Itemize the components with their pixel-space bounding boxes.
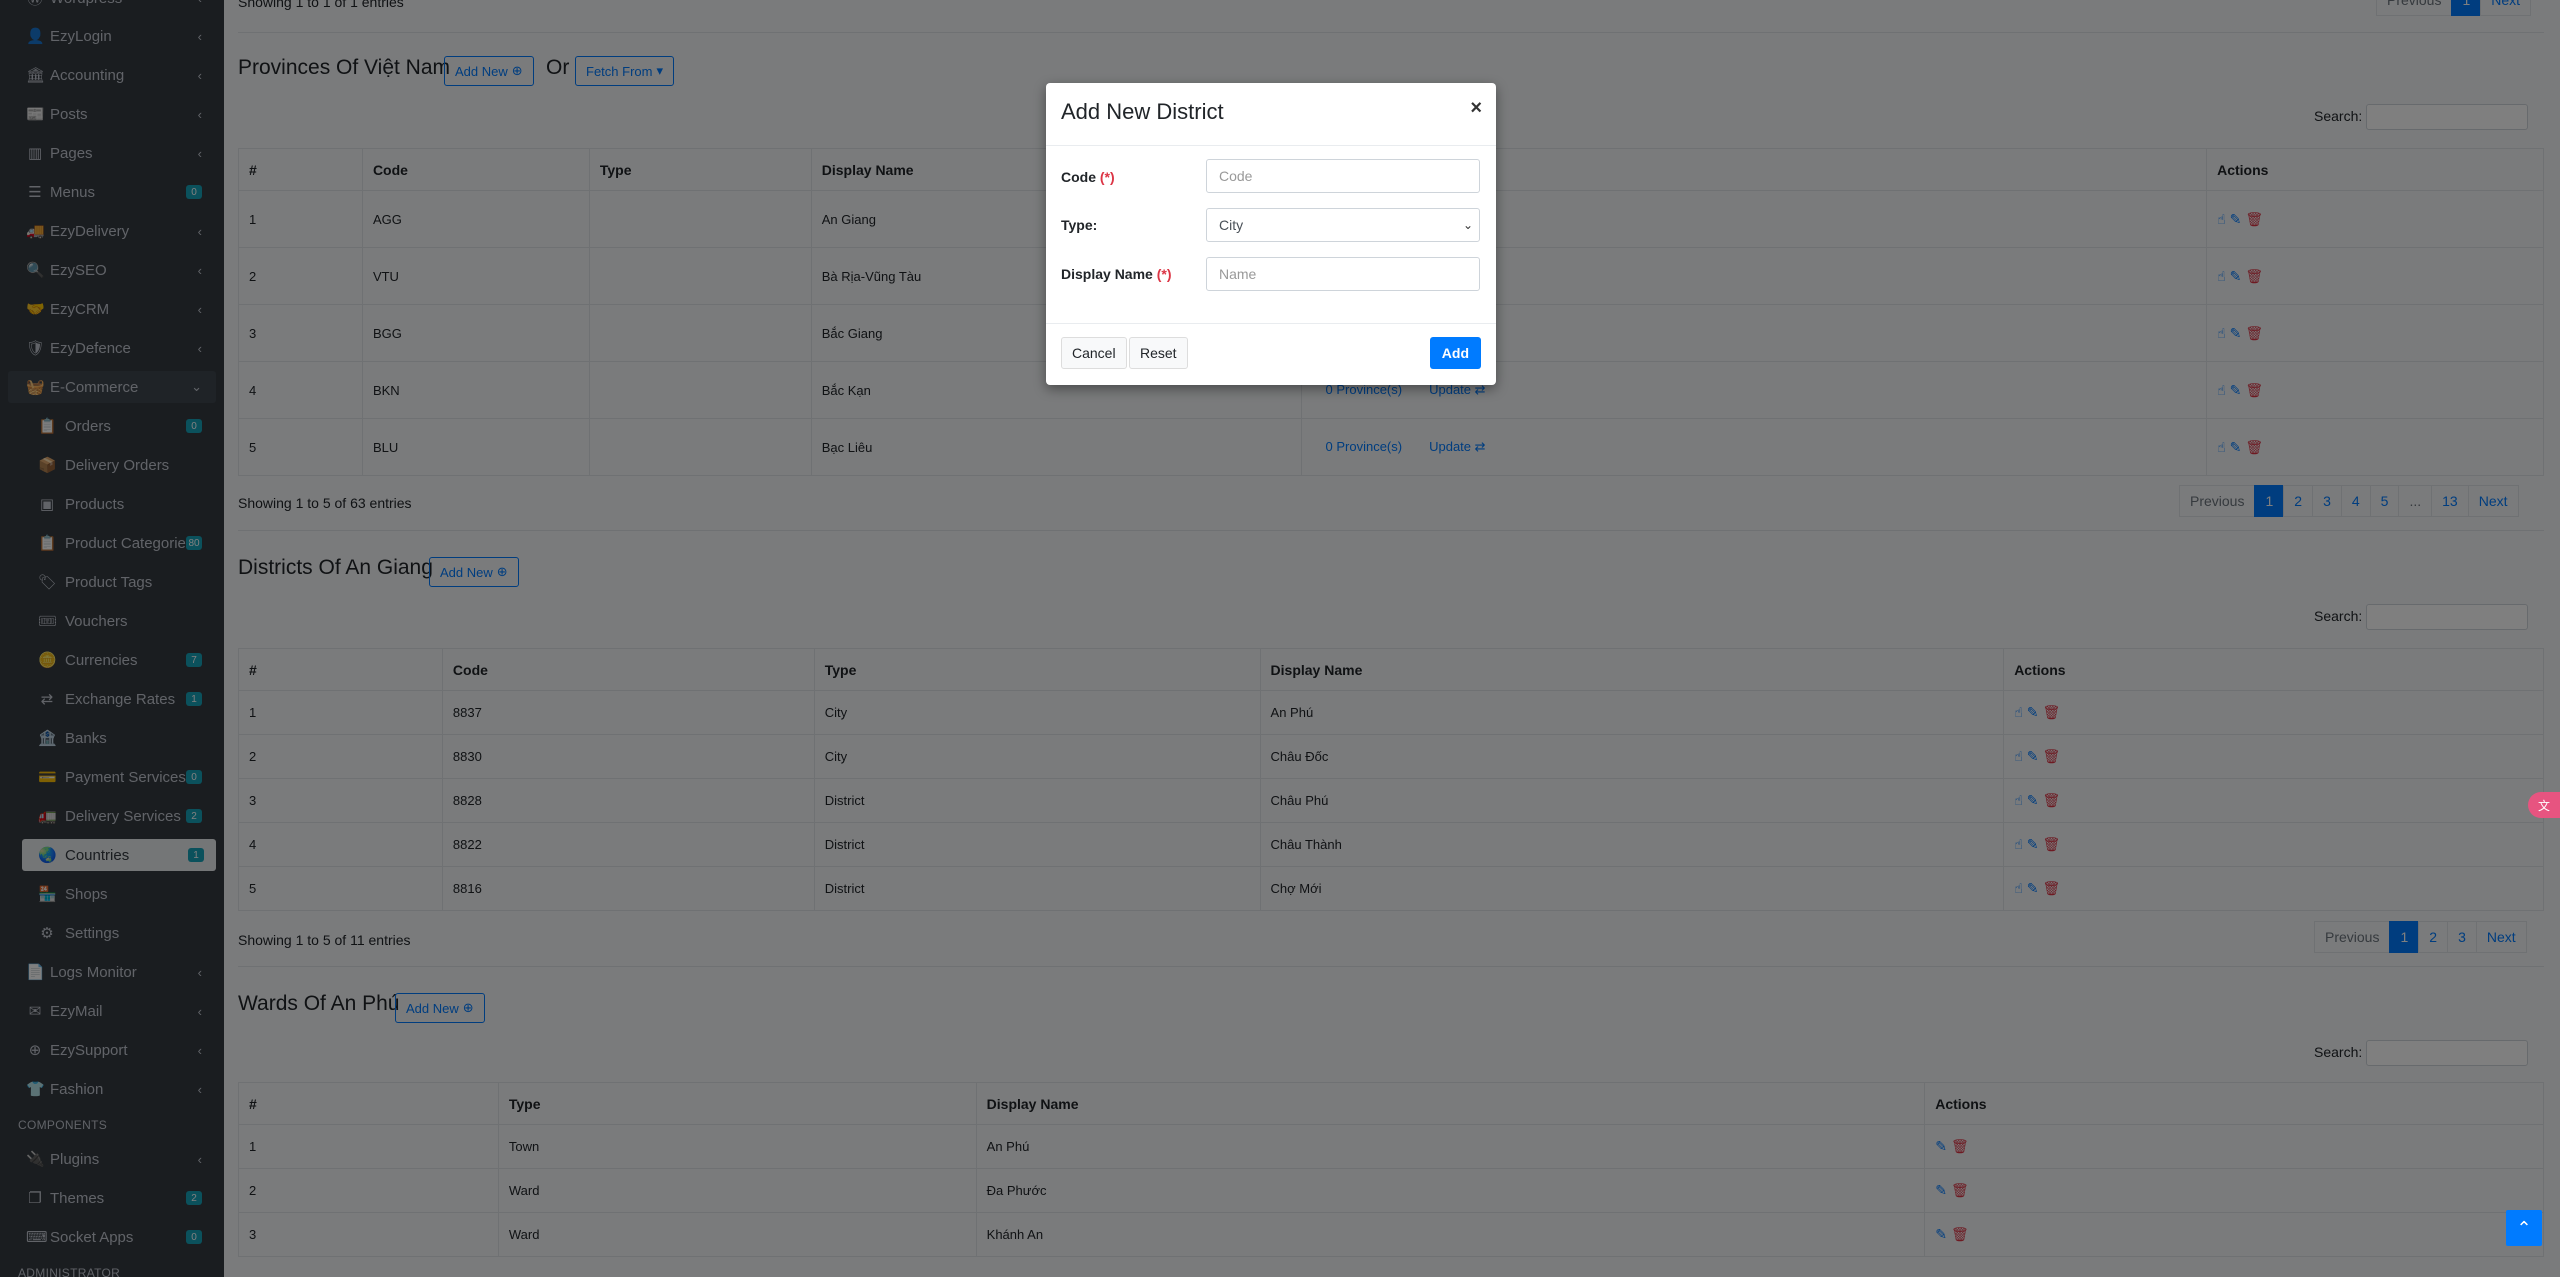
modal-title: Add New District (1061, 99, 1224, 124)
type-select-value: City (1219, 217, 1244, 233)
code-input[interactable] (1206, 159, 1480, 193)
type-label: Type: (1061, 217, 1098, 233)
add-district-modal: Add New District × Code (*) Type: City ⌄… (1046, 83, 1496, 385)
display-name-label-text: Display Name (1061, 266, 1153, 282)
required-mark: (*) (1099, 169, 1115, 185)
code-label: Code (*) (1061, 169, 1115, 185)
display-name-input[interactable] (1206, 257, 1480, 291)
reset-button[interactable]: Reset (1129, 337, 1188, 369)
translate-widget-icon[interactable]: 文 (2528, 792, 2560, 818)
chevron-down-icon: ⌄ (1462, 218, 1473, 232)
display-name-label: Display Name (*) (1061, 266, 1172, 282)
chevron-up-icon: ⌃ (2516, 1217, 2532, 1238)
code-label-text: Code (1061, 169, 1096, 185)
type-select[interactable]: City ⌄ (1206, 208, 1480, 242)
close-icon[interactable]: × (1470, 97, 1482, 120)
add-button[interactable]: Add (1429, 337, 1481, 369)
modal-header: Add New District × (1046, 83, 1496, 146)
modal-footer-divider (1046, 323, 1496, 324)
required-mark: (*) (1156, 266, 1172, 282)
cancel-button[interactable]: Cancel (1061, 337, 1127, 369)
back-to-top-button[interactable]: ⌃ (2506, 1210, 2542, 1246)
